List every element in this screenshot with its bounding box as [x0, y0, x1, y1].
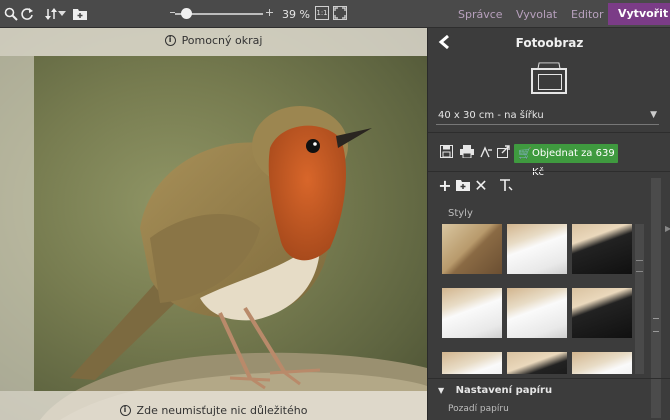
save-icon[interactable] — [438, 145, 454, 161]
tab-vyvolat[interactable]: Vyvolat — [516, 8, 557, 21]
paper-background-label: Pozadí papíru — [448, 404, 509, 414]
chevron-right-icon[interactable]: ▶ — [665, 224, 670, 233]
styles-scrollbar-thumb[interactable] — [636, 260, 643, 272]
style-thumb-wood[interactable] — [442, 224, 502, 274]
export-icon[interactable] — [478, 145, 494, 161]
style-thumb-white[interactable] — [507, 224, 567, 274]
robin-photo — [40, 106, 427, 420]
tab-editor[interactable]: Editor — [571, 8, 604, 21]
style-thumb-white[interactable] — [572, 352, 632, 374]
style-thumb-black[interactable] — [507, 352, 567, 374]
panel-scrollbar-thumb[interactable] — [653, 318, 659, 332]
styles-gallery — [440, 224, 634, 374]
style-thumb-white[interactable] — [442, 288, 502, 338]
info-icon: i — [164, 35, 176, 46]
fit-screen-icon[interactable] — [333, 6, 347, 20]
actual-size-icon[interactable]: 1:1 — [315, 6, 329, 20]
zoom-in-icon-vertical — [269, 9, 270, 16]
paper-settings-label: Nastavení papíru — [455, 385, 553, 396]
refresh-icon[interactable] — [18, 5, 36, 23]
size-select[interactable]: 40 x 30 cm - na šířku ▼ — [436, 107, 659, 125]
style-thumb-white[interactable] — [507, 288, 567, 338]
add-folder-icon[interactable] — [71, 5, 89, 23]
chevron-down-icon: ▼ — [438, 386, 445, 395]
panel-scrollbar[interactable] — [651, 178, 661, 418]
bottom-margin-text: Zde neumisťujte nic důležitého — [136, 404, 308, 417]
top-margin-text: Pomocný okraj — [181, 34, 263, 47]
close-icon[interactable]: ✕ — [473, 178, 489, 194]
safety-margin-left — [0, 56, 34, 391]
bottom-margin-label: i Zde neumisťujte nic důležitého — [0, 404, 427, 417]
style-thumb-black[interactable] — [572, 288, 632, 338]
panel-title: Fotoobraz — [515, 36, 584, 50]
divider — [428, 378, 670, 379]
styles-label: Styly — [448, 208, 473, 219]
divider — [428, 171, 670, 172]
zoom-slider-handle[interactable] — [181, 8, 192, 19]
order-button[interactable]: 🛒 Objednat za 639 Kč — [514, 144, 618, 178]
info-icon: i — [119, 405, 131, 416]
style-thumb-white[interactable] — [442, 352, 502, 374]
order-button-label: Objednat za 639 Kč — [532, 148, 615, 178]
text-icon[interactable] — [498, 178, 514, 194]
top-toolbar: 39 % 1:1 Správce Vyvolat Editor Vytvořit — [0, 0, 670, 28]
size-select-value: 40 x 30 cm - na šířku — [438, 110, 544, 121]
top-margin-label: i Pomocný okraj — [0, 34, 427, 47]
sort-dropdown-icon[interactable] — [57, 5, 67, 23]
zoom-value: 39 % — [282, 8, 310, 21]
tab-spravce[interactable]: Správce — [458, 8, 503, 21]
photo-canvas[interactable]: i Pomocný okraj i Zde neumisťujte nic dů… — [0, 28, 427, 420]
photo-frame-icon — [531, 68, 567, 94]
add-icon[interactable]: + — [437, 178, 453, 194]
app-window: 39 % 1:1 Správce Vyvolat Editor Vytvořit — [0, 0, 670, 420]
tab-vytvorit[interactable]: Vytvořit — [608, 3, 670, 25]
create-panel: Fotoobraz 40 x 30 cm - na šířku ▼ 🛒 Obje… — [427, 28, 670, 420]
paper-settings-header[interactable]: ▼ Nastavení papíru — [438, 385, 552, 396]
print-icon[interactable] — [459, 145, 475, 161]
style-thumb-black[interactable] — [572, 224, 632, 274]
share-icon[interactable] — [496, 145, 512, 161]
cart-icon: 🛒 — [518, 147, 532, 160]
divider — [428, 132, 670, 133]
chevron-down-icon: ▼ — [650, 110, 657, 120]
styles-scrollbar[interactable] — [635, 224, 644, 374]
add-folder-icon[interactable] — [455, 178, 471, 194]
